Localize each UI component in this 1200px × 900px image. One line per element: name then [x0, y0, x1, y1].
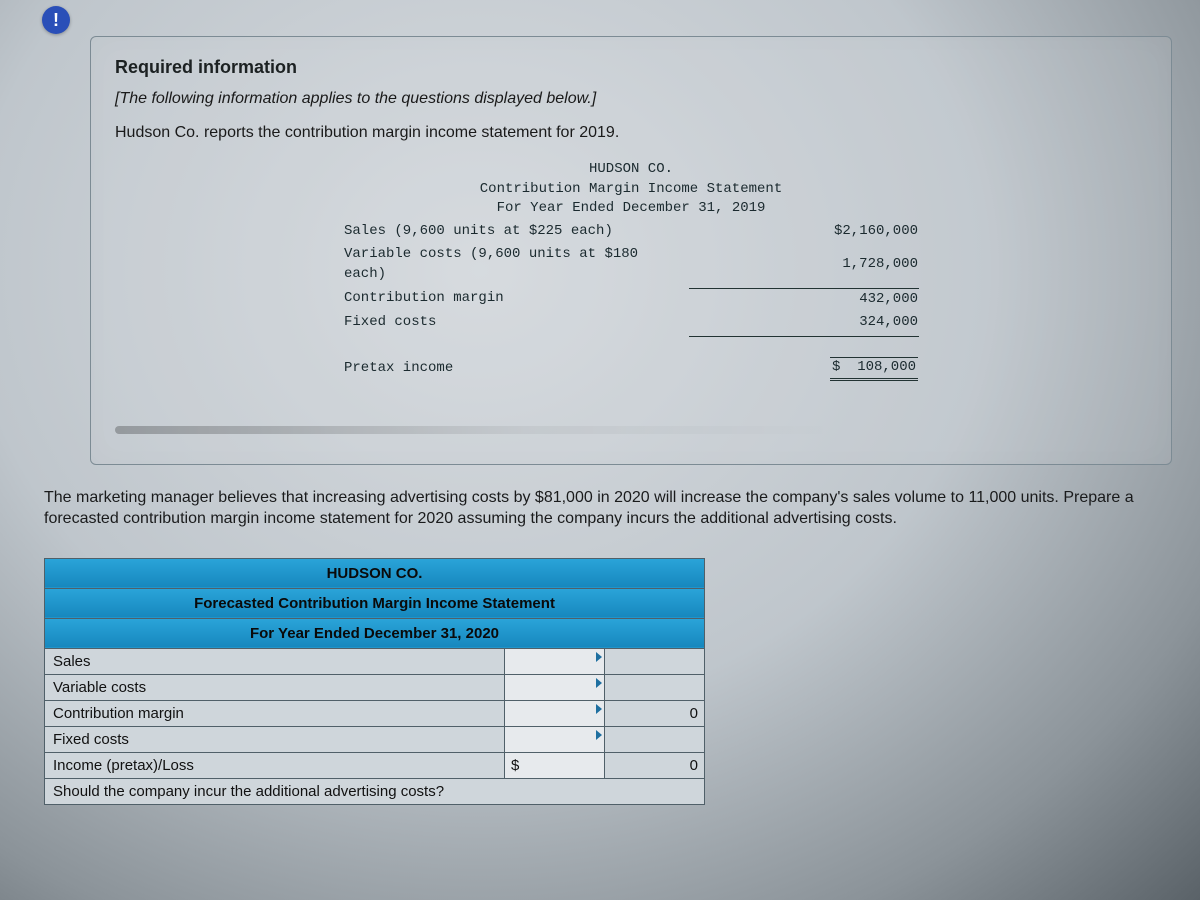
- ws-header-period: For Year Ended December 31, 2020: [45, 618, 705, 648]
- intro-plain: Hudson Co. reports the contribution marg…: [115, 124, 1147, 142]
- page-root: ! Required information [The following in…: [0, 0, 1200, 900]
- ws-row-sales: Sales: [45, 648, 705, 674]
- required-heading: Required information: [115, 57, 1147, 78]
- ws-label-sales[interactable]: Sales: [45, 648, 505, 674]
- line-cm-amount: 432,000: [689, 288, 919, 311]
- line-cm-label: Contribution margin: [343, 288, 687, 311]
- ws-row-variable: Variable costs: [45, 674, 705, 700]
- ws-row-question: Should the company incur the additional …: [45, 778, 705, 804]
- alert-icon: !: [42, 6, 70, 34]
- intro-italic: [The following information applies to th…: [115, 90, 1147, 108]
- line-var-label: Variable costs (9,600 units at $180 each…: [343, 244, 687, 285]
- divider-shadow: [115, 426, 1147, 434]
- statement-company: HUDSON CO.: [341, 160, 921, 180]
- question-text: The marketing manager believes that incr…: [44, 487, 1142, 530]
- ws-label-income[interactable]: Income (pretax)/Loss: [45, 752, 505, 778]
- line-pretax-label: Pretax income: [343, 336, 687, 402]
- ws-input-sales[interactable]: [505, 648, 605, 674]
- line-var-amount: 1,728,000: [689, 244, 919, 285]
- ws-total-fixed: [605, 726, 705, 752]
- ws-header-title: Forecasted Contribution Margin Income St…: [45, 588, 705, 618]
- ws-header-company: HUDSON CO.: [45, 558, 705, 588]
- ws-total-cm: 0: [605, 700, 705, 726]
- statement-period: For Year Ended December 31, 2019: [341, 199, 921, 219]
- ws-input-fixed[interactable]: [505, 726, 605, 752]
- line-sales-amount: $2,160,000: [689, 221, 919, 243]
- line-fixed-label: Fixed costs: [343, 312, 687, 334]
- line-pretax-amount: $ 108,000: [830, 357, 918, 381]
- income-statement-2019: HUDSON CO. Contribution Margin Income St…: [341, 160, 921, 404]
- ws-total-sales: [605, 648, 705, 674]
- line-fixed-amount: 324,000: [689, 312, 919, 334]
- ws-label-variable[interactable]: Variable costs: [45, 674, 505, 700]
- statement-lines: Sales (9,600 units at $225 each) $2,160,…: [341, 219, 921, 404]
- ws-row-fixed: Fixed costs: [45, 726, 705, 752]
- line-sales-label: Sales (9,600 units at $225 each): [343, 221, 687, 243]
- ws-input-cm[interactable]: [505, 700, 605, 726]
- forecast-worksheet: HUDSON CO. Forecasted Contribution Margi…: [44, 558, 705, 805]
- ws-currency-income: $: [505, 752, 605, 778]
- ws-label-fixed[interactable]: Fixed costs: [45, 726, 505, 752]
- required-info-box: Required information [The following info…: [90, 36, 1172, 465]
- statement-title: Contribution Margin Income Statement: [341, 180, 921, 200]
- ws-input-variable[interactable]: [505, 674, 605, 700]
- ws-total-variable: [605, 674, 705, 700]
- alert-glyph: !: [53, 10, 59, 31]
- ws-row-cm: Contribution margin 0: [45, 700, 705, 726]
- ws-question[interactable]: Should the company incur the additional …: [45, 778, 705, 804]
- ws-total-income: 0: [605, 752, 705, 778]
- ws-label-cm[interactable]: Contribution margin: [45, 700, 505, 726]
- ws-row-income: Income (pretax)/Loss $ 0: [45, 752, 705, 778]
